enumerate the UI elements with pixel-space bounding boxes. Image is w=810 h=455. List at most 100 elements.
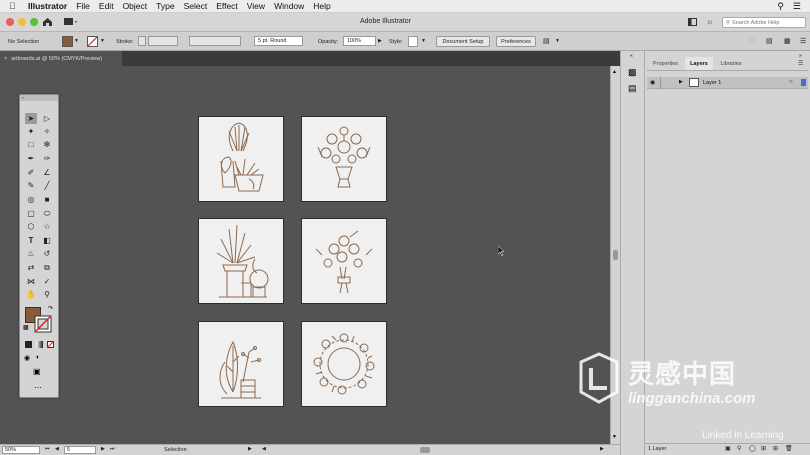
line-segment-tool-icon[interactable]: ╱: [41, 180, 53, 191]
artboard-tool-icon[interactable]: □: [25, 139, 37, 150]
chevron-down-icon[interactable]: ▼: [100, 38, 105, 44]
arrange-documents-icon[interactable]: [688, 18, 697, 26]
screen-mode-icon[interactable]: ▣: [33, 367, 41, 376]
brush-definition[interactable]: 5 pt. Round: [254, 36, 303, 46]
pencil-tool-icon[interactable]: ✎: [25, 180, 37, 191]
document-tab[interactable]: × artboards.ai @ 50% (CMYK/Preview): [0, 51, 122, 66]
fill-swatch[interactable]: [62, 36, 73, 47]
expand-layer-icon[interactable]: ▶: [679, 79, 683, 85]
pen-tool-icon[interactable]: ✒: [25, 153, 37, 164]
artboards-panel-icon[interactable]: ▩: [628, 67, 637, 78]
shaper-tool-icon[interactable]: ∠: [41, 167, 53, 178]
menu-help[interactable]: Help: [313, 1, 330, 11]
tab-layers[interactable]: Layers: [685, 57, 713, 70]
puppet-warp-tool-icon[interactable]: ✻: [41, 139, 53, 150]
next-artboard-icon[interactable]: ▶: [101, 446, 105, 452]
menu-file[interactable]: File: [76, 1, 90, 11]
draw-normal-icon[interactable]: ◉: [24, 354, 30, 362]
menu-select[interactable]: Select: [184, 1, 208, 11]
rounded-rectangle-tool-icon[interactable]: ▢: [25, 208, 37, 219]
zoom-window-button[interactable]: [30, 18, 38, 26]
export-icon[interactable]: ▣: [725, 445, 731, 452]
stroke-swatch-icon[interactable]: [87, 36, 98, 47]
scroll-up-icon[interactable]: ▲: [612, 69, 617, 75]
preferences-button[interactable]: Preferences: [496, 36, 536, 47]
new-layer-icon[interactable]: ⊞: [773, 445, 778, 452]
stroke-weight-stepper[interactable]: [138, 36, 146, 46]
scale-tool-icon[interactable]: ⧉: [41, 262, 53, 273]
artboard-4[interactable]: [301, 218, 387, 304]
transform-panel-icon[interactable]: ▤: [628, 83, 637, 94]
stroke-color-swatch[interactable]: [34, 315, 52, 333]
graphic-style-swatch[interactable]: [408, 36, 418, 47]
artboard-2[interactable]: [301, 116, 387, 202]
type-tool-icon[interactable]: T: [25, 235, 37, 246]
none-mode-icon[interactable]: [47, 341, 54, 348]
width-tool-icon[interactable]: ⋈: [25, 276, 37, 287]
eye-icon[interactable]: ◉: [650, 79, 655, 86]
hand-tool-icon[interactable]: ✋: [25, 289, 37, 300]
apple-icon[interactable]: : [9, 1, 19, 11]
menu-edit[interactable]: Edit: [99, 1, 114, 11]
home-icon[interactable]: [42, 17, 53, 27]
rectangle-tool-icon[interactable]: ■: [41, 194, 53, 205]
menu-window[interactable]: Window: [274, 1, 304, 11]
transform-icon[interactable]: □: [750, 37, 754, 44]
close-window-button[interactable]: [6, 18, 14, 26]
menu-list-icon[interactable]: ☰: [793, 1, 801, 12]
first-artboard-icon[interactable]: ⏮: [45, 446, 50, 452]
document-setup-button[interactable]: Document Setup: [436, 36, 490, 47]
artboard-number-field[interactable]: 5: [64, 446, 96, 454]
collapse-panels-icon[interactable]: «: [630, 53, 633, 59]
panel-menu-icon[interactable]: ☰: [798, 60, 803, 67]
gradient-tool-icon[interactable]: ◧: [41, 235, 53, 246]
direct-selection-tool-icon[interactable]: ▷: [41, 113, 53, 124]
magic-wand-tool-icon[interactable]: ✦: [25, 126, 37, 137]
edit-toolbar-icon[interactable]: ⋯: [34, 383, 42, 392]
distribute-icon[interactable]: ▦: [784, 37, 791, 45]
color-mode-icon[interactable]: [25, 341, 32, 348]
lasso-tool-icon[interactable]: ✧: [41, 126, 53, 137]
opacity-field[interactable]: 100%: [343, 36, 376, 46]
arrange-icon[interactable]: ▤: [543, 37, 550, 45]
horizontal-scroll-thumb[interactable]: [420, 447, 430, 453]
scroll-down-icon[interactable]: ▼: [612, 434, 617, 440]
selection-tool-icon[interactable]: ➤: [25, 113, 37, 124]
menu-view[interactable]: View: [247, 1, 265, 11]
chevron-down-icon[interactable]: ▼: [555, 38, 560, 44]
align-icon[interactable]: ▤: [766, 37, 773, 45]
workspace-switcher-icon[interactable]: [64, 18, 78, 26]
new-sublayer-icon[interactable]: ⊞: [761, 445, 766, 452]
artboard-5[interactable]: [198, 321, 284, 407]
menu-type[interactable]: Type: [156, 1, 174, 11]
last-artboard-icon[interactable]: ⏭: [110, 446, 115, 452]
default-colors-icon[interactable]: ▩: [23, 324, 29, 331]
shape-builder-tool-icon[interactable]: ◎: [25, 194, 37, 205]
scroll-left-icon[interactable]: ◀: [262, 446, 266, 452]
menu-effect[interactable]: Effect: [216, 1, 238, 11]
tab-properties[interactable]: Properties: [647, 57, 684, 70]
close-tab-icon[interactable]: ×: [4, 56, 7, 62]
paint-bucket-tool-icon[interactable]: ♨: [25, 248, 37, 259]
search-layer-icon[interactable]: ⚲: [737, 445, 741, 452]
ellipse-tool-icon[interactable]: ⬭: [41, 208, 53, 219]
chevron-down-icon[interactable]: ▼: [74, 38, 79, 44]
stroke-weight-field[interactable]: [148, 36, 178, 46]
clipping-mask-icon[interactable]: ◯: [749, 445, 756, 452]
vertical-scroll-thumb[interactable]: [613, 250, 618, 260]
chevron-down-icon[interactable]: ▼: [421, 38, 426, 44]
delete-layer-icon[interactable]: 🗑: [785, 445, 793, 452]
polygon-tool-icon[interactable]: ⬡: [25, 221, 37, 232]
zoom-level-field[interactable]: 50%: [2, 446, 40, 454]
draw-behind-icon[interactable]: ◐: [36, 354, 40, 361]
scroll-right-icon[interactable]: ▶: [600, 446, 604, 452]
reflect-tool-icon[interactable]: ⇄: [25, 262, 37, 273]
swap-colors-icon[interactable]: ↷: [48, 305, 53, 312]
menu-illustrator[interactable]: Illustrator: [28, 1, 67, 11]
layer-row[interactable]: ◉ ▶ Layer 1 ○: [647, 77, 808, 89]
lightbulb-icon[interactable]: ☼: [706, 17, 713, 26]
tab-libraries[interactable]: Libraries: [714, 57, 748, 70]
curvature-tool-icon[interactable]: ✑: [41, 153, 53, 164]
gradient-mode-icon[interactable]: [36, 341, 43, 348]
chevron-right-icon[interactable]: ▶: [378, 38, 382, 44]
